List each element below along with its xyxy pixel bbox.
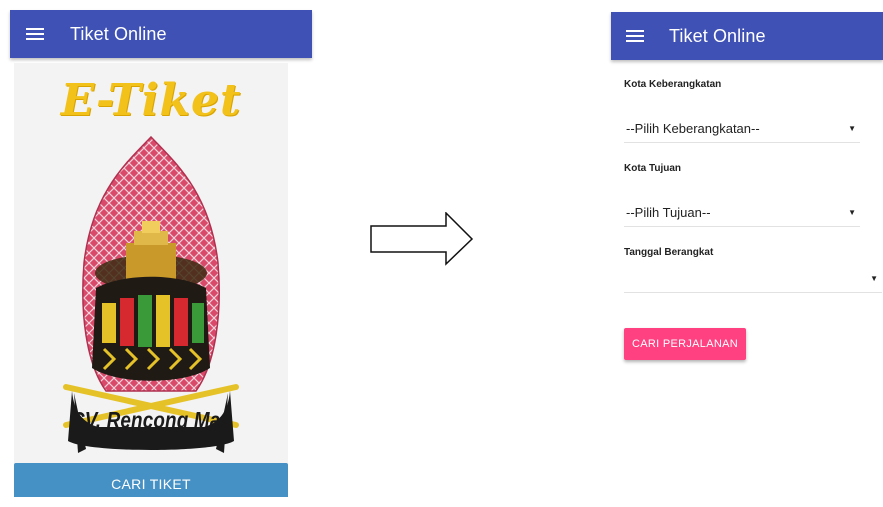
cari-tiket-button[interactable]: CARI TIKET [14, 463, 288, 497]
app-title: Tiket Online [669, 25, 766, 46]
search-screen: Tiket Online Kota Keberangkatan --Pilih … [611, 12, 883, 507]
menu-icon[interactable] [26, 27, 44, 41]
destination-label: Kota Tujuan [624, 163, 682, 174]
cari-perjalanan-button[interactable]: CARI PERJALANAN [624, 328, 746, 360]
company-name: CV. Rencong Mas [70, 407, 232, 433]
destination-select-value: --Pilih Tujuan-- [626, 205, 711, 220]
date-select[interactable]: ▼ [624, 264, 882, 293]
date-label: Tanggal Berangkat [624, 247, 714, 258]
splash-logo-panel: E-Tiket CV. Rencong Mas [14, 63, 288, 497]
app-title: Tiket Online [70, 23, 167, 44]
brand-text: E-Tiket [60, 75, 242, 126]
app-bar: Tiket Online [10, 10, 312, 58]
destination-select[interactable]: --Pilih Tujuan-- ▼ [624, 198, 860, 227]
caret-down-icon: ▼ [848, 124, 856, 133]
app-bar: Tiket Online [611, 12, 883, 60]
departure-select-value: --Pilih Keberangkatan-- [626, 121, 760, 136]
departure-select[interactable]: --Pilih Keberangkatan-- ▼ [624, 114, 860, 143]
caret-down-icon: ▼ [870, 274, 878, 283]
caret-down-icon: ▼ [848, 208, 856, 217]
menu-icon[interactable] [626, 29, 644, 43]
departure-label: Kota Keberangkatan [624, 79, 722, 90]
arrow-right-icon [370, 212, 474, 266]
